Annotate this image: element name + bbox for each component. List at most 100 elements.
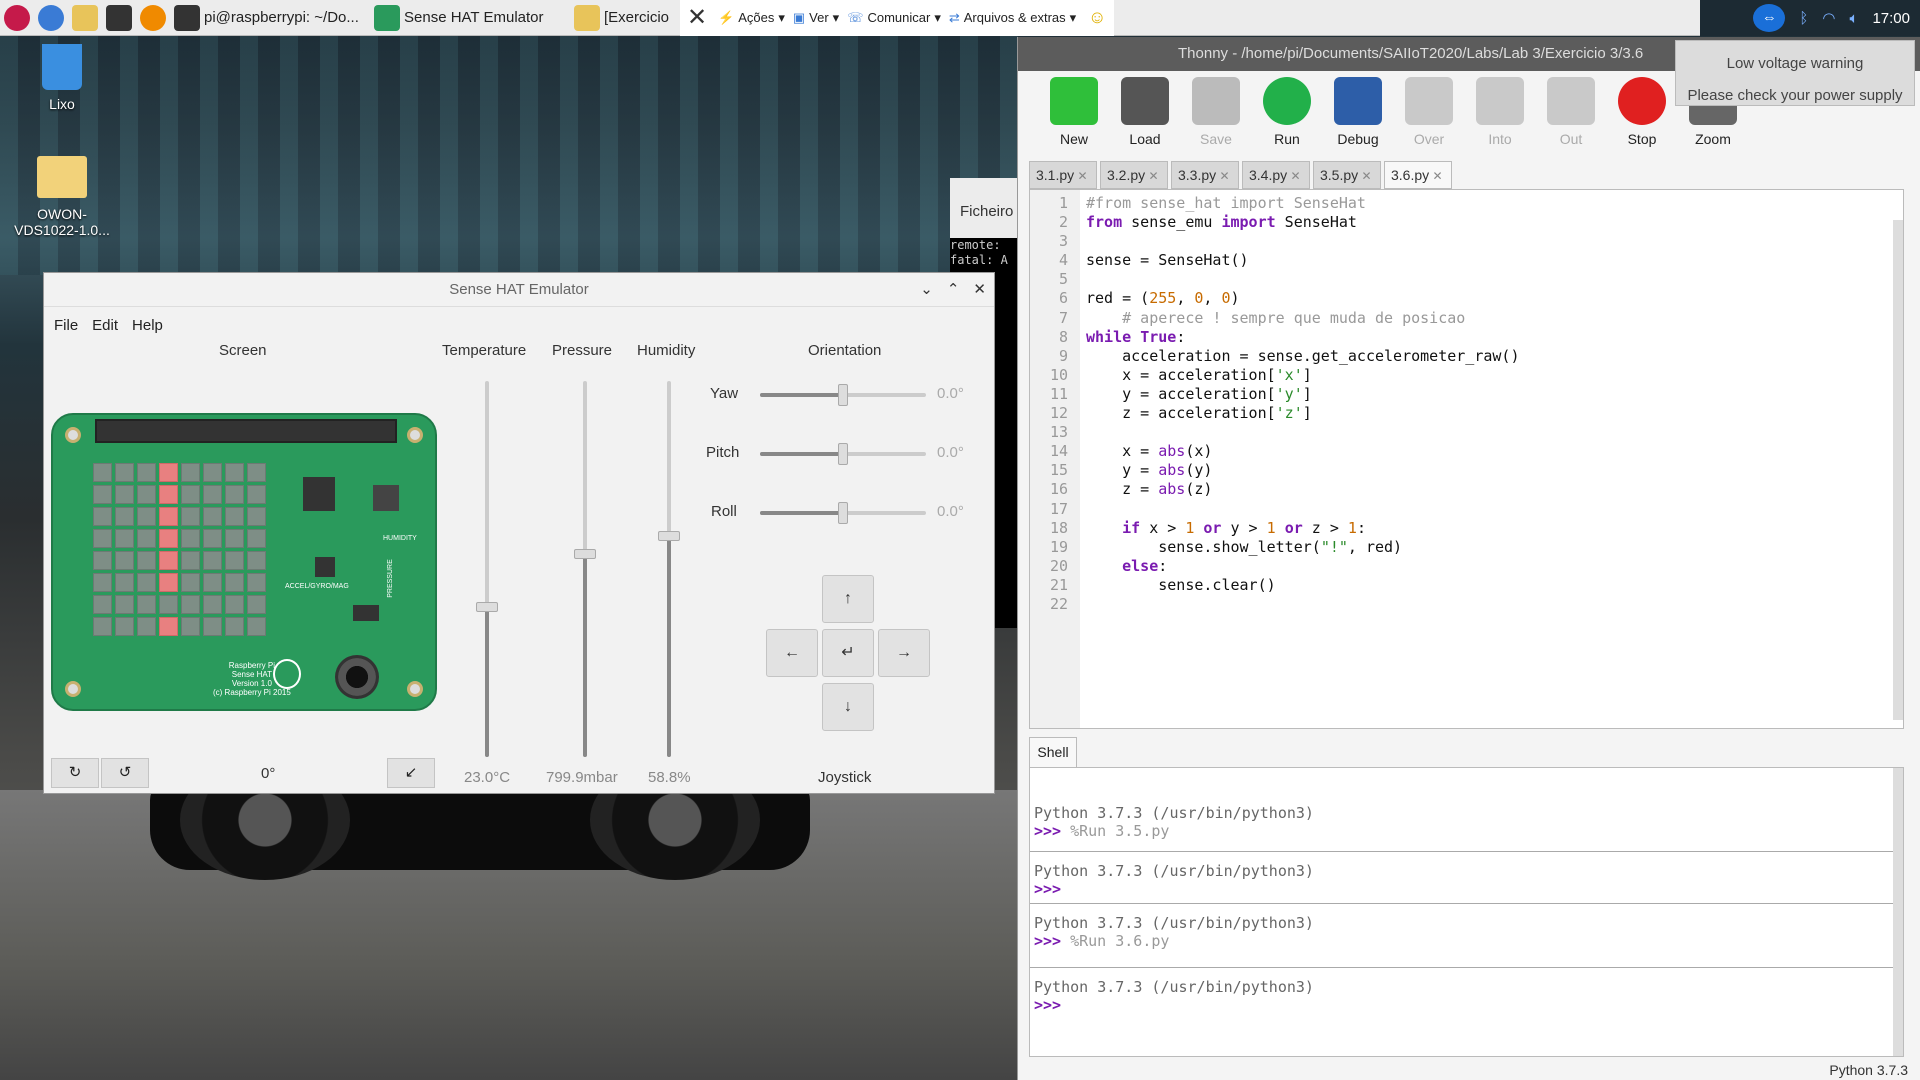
menu-edit[interactable]: Edit — [92, 317, 118, 334]
code-line[interactable]: #from sense_hat import SenseHat — [1086, 194, 1519, 213]
code-line[interactable]: x = acceleration['x'] — [1086, 366, 1519, 385]
humidity-slider[interactable] — [658, 381, 680, 757]
led-matrix[interactable] — [93, 463, 273, 643]
tab-3-6.py[interactable]: 3.6.py ✕ — [1384, 161, 1452, 189]
slider-knob[interactable] — [476, 601, 498, 612]
low-voltage-notification[interactable]: Low voltage warning Please check your po… — [1675, 40, 1915, 106]
stop-button[interactable]: Stop — [1602, 77, 1682, 147]
code-text[interactable]: #from sense_hat import SenseHat from sens… — [1086, 194, 1519, 614]
browser-launcher[interactable] — [34, 0, 68, 36]
code-line[interactable]: sense = SenseHat() — [1086, 251, 1519, 270]
temperature-slider[interactable] — [476, 381, 498, 757]
shell-scrollbar[interactable] — [1893, 768, 1903, 1056]
run-button[interactable]: Run — [1247, 77, 1327, 147]
joystick-up-button[interactable]: ↑ — [822, 575, 874, 623]
teamviewer-icon[interactable]: ⇔ — [1753, 4, 1786, 32]
code-line[interactable]: y = acceleration['y'] — [1086, 385, 1519, 404]
code-line[interactable]: if x > 1 or y > 1 or z > 1: — [1086, 519, 1519, 538]
menu-ver[interactable]: ▣ Ver ▾ — [788, 0, 844, 36]
code-line[interactable]: while True: — [1086, 328, 1519, 347]
tab-3-3.py[interactable]: 3.3.py ✕ — [1171, 161, 1239, 189]
menu-comunicar[interactable]: ☏ Comunicar ▾ — [843, 0, 945, 36]
load-button[interactable]: Load — [1105, 77, 1185, 147]
tab-shell[interactable]: Shell — [1029, 737, 1077, 767]
yaw-slider[interactable] — [760, 384, 926, 406]
shell-prompt-line[interactable]: >>> — [1034, 996, 1903, 1014]
maximize-icon[interactable]: ⌃ — [947, 273, 960, 307]
file-manager-launcher[interactable] — [68, 0, 102, 36]
volume-icon[interactable]: 🔈︎ — [1849, 10, 1858, 27]
rotate-ccw-button[interactable]: ↺ — [101, 758, 149, 788]
tab-3-5.py[interactable]: 3.5.py ✕ — [1313, 161, 1381, 189]
slider-knob[interactable] — [658, 530, 680, 541]
pressure-slider[interactable] — [574, 381, 596, 757]
debug-button[interactable]: Debug — [1318, 77, 1398, 147]
shell-prompt-line[interactable]: >>> %Run 3.6.py — [1034, 932, 1903, 950]
teamviewer-close-button[interactable]: ✕ — [680, 0, 714, 36]
raspberry-menu-button[interactable] — [0, 0, 34, 36]
shell-prompt-line[interactable]: >>> %Run 3.5.py — [1034, 822, 1903, 840]
close-tab-icon[interactable]: ✕ — [1429, 169, 1442, 183]
close-tab-icon[interactable]: ✕ — [1145, 169, 1158, 183]
code-line[interactable] — [1086, 270, 1519, 289]
minimize-icon[interactable]: ⌄ — [920, 273, 933, 307]
pitch-slider[interactable] — [760, 443, 926, 465]
new-button[interactable]: New — [1034, 77, 1114, 147]
task-terminal[interactable]: pi@raspberrypi: ~/Do... — [170, 0, 370, 36]
roll-slider[interactable] — [760, 502, 926, 524]
code-line[interactable]: else: — [1086, 557, 1519, 576]
slider-knob[interactable] — [838, 384, 848, 406]
code-line[interactable] — [1086, 423, 1519, 442]
menu-file[interactable]: File — [54, 317, 78, 334]
code-line[interactable]: z = acceleration['z'] — [1086, 404, 1519, 423]
close-tab-icon[interactable]: ✕ — [1287, 169, 1300, 183]
over-button[interactable]: Over — [1389, 77, 1469, 147]
clock[interactable]: 17:00 — [1872, 10, 1910, 27]
editor-scrollbar[interactable] — [1893, 220, 1903, 720]
close-tab-icon[interactable]: ✕ — [1216, 169, 1229, 183]
code-line[interactable] — [1086, 232, 1519, 251]
code-line[interactable]: acceleration = sense.get_accelerometer_r… — [1086, 347, 1519, 366]
code-line[interactable]: from sense_emu import SenseHat — [1086, 213, 1519, 232]
task-sense-hat[interactable]: Sense HAT Emulator — [370, 0, 570, 36]
code-line[interactable] — [1086, 595, 1519, 614]
bluetooth-icon[interactable]: ᛒ — [1799, 10, 1808, 27]
terminal-menu-file[interactable]: Ficheiro — [950, 178, 1020, 238]
code-editor[interactable]: 1 2 3 4 5 6 7 8 9 10 11 12 13 14 15 16 17 18 19 20 21 22 #fro… — [1029, 189, 1904, 729]
interpreter-status[interactable]: Python 3.7.3 — [1829, 1062, 1908, 1078]
code-line[interactable] — [1086, 500, 1519, 519]
tab-3-2.py[interactable]: 3.2.py ✕ — [1100, 161, 1168, 189]
wifi-icon[interactable]: ◠ — [1822, 9, 1835, 27]
slider-knob[interactable] — [574, 548, 596, 559]
joystick-enter-button[interactable]: ↵ — [822, 629, 874, 677]
window-titlebar[interactable]: Sense HAT Emulator ⌄ ⌃ ✕ — [44, 273, 994, 307]
menu-help[interactable]: Help — [132, 317, 163, 334]
close-tab-icon[interactable]: ✕ — [1074, 169, 1087, 183]
shell-console[interactable]: Python 3.7.3 (/usr/bin/python3) >>> %Run 3… — [1029, 767, 1904, 1057]
slider-knob[interactable] — [838, 502, 848, 524]
task-folder[interactable]: [Exercicio — [570, 0, 680, 36]
menu-arquivos[interactable]: ⇄ Arquivos & extras ▾ — [944, 0, 1081, 36]
joystick-down-button[interactable]: ↓ — [822, 683, 874, 731]
code-line[interactable]: z = abs(z) — [1086, 480, 1519, 499]
terminal-launcher[interactable] — [102, 0, 136, 36]
joystick-knob[interactable] — [335, 655, 379, 699]
into-button[interactable]: Into — [1460, 77, 1540, 147]
joystick-left-button[interactable]: ← — [766, 629, 818, 677]
emoji-button[interactable]: ☺ — [1080, 0, 1115, 36]
shell-prompt-line[interactable]: >>> — [1034, 880, 1903, 898]
out-button[interactable]: Out — [1531, 77, 1611, 147]
app-launcher[interactable] — [136, 0, 170, 36]
code-line[interactable]: y = abs(y) — [1086, 461, 1519, 480]
close-icon[interactable]: ✕ — [973, 273, 986, 307]
code-line[interactable]: sense.show_letter("!", red) — [1086, 538, 1519, 557]
code-line[interactable]: # aperece ! sempre que muda de posicao — [1086, 309, 1519, 328]
desktop-folder[interactable]: OWON-VDS1022-1.0... — [7, 156, 117, 238]
code-line[interactable]: x = abs(x) — [1086, 442, 1519, 461]
desktop-trash[interactable]: Lixo — [7, 44, 117, 112]
tab-3-4.py[interactable]: 3.4.py ✕ — [1242, 161, 1310, 189]
menu-acoes[interactable]: ⚡ Ações ▾ — [714, 0, 789, 36]
code-line[interactable]: sense.clear() — [1086, 576, 1519, 595]
rotate-cw-button[interactable]: ↻ — [51, 758, 99, 788]
save-button[interactable]: Save — [1176, 77, 1256, 147]
